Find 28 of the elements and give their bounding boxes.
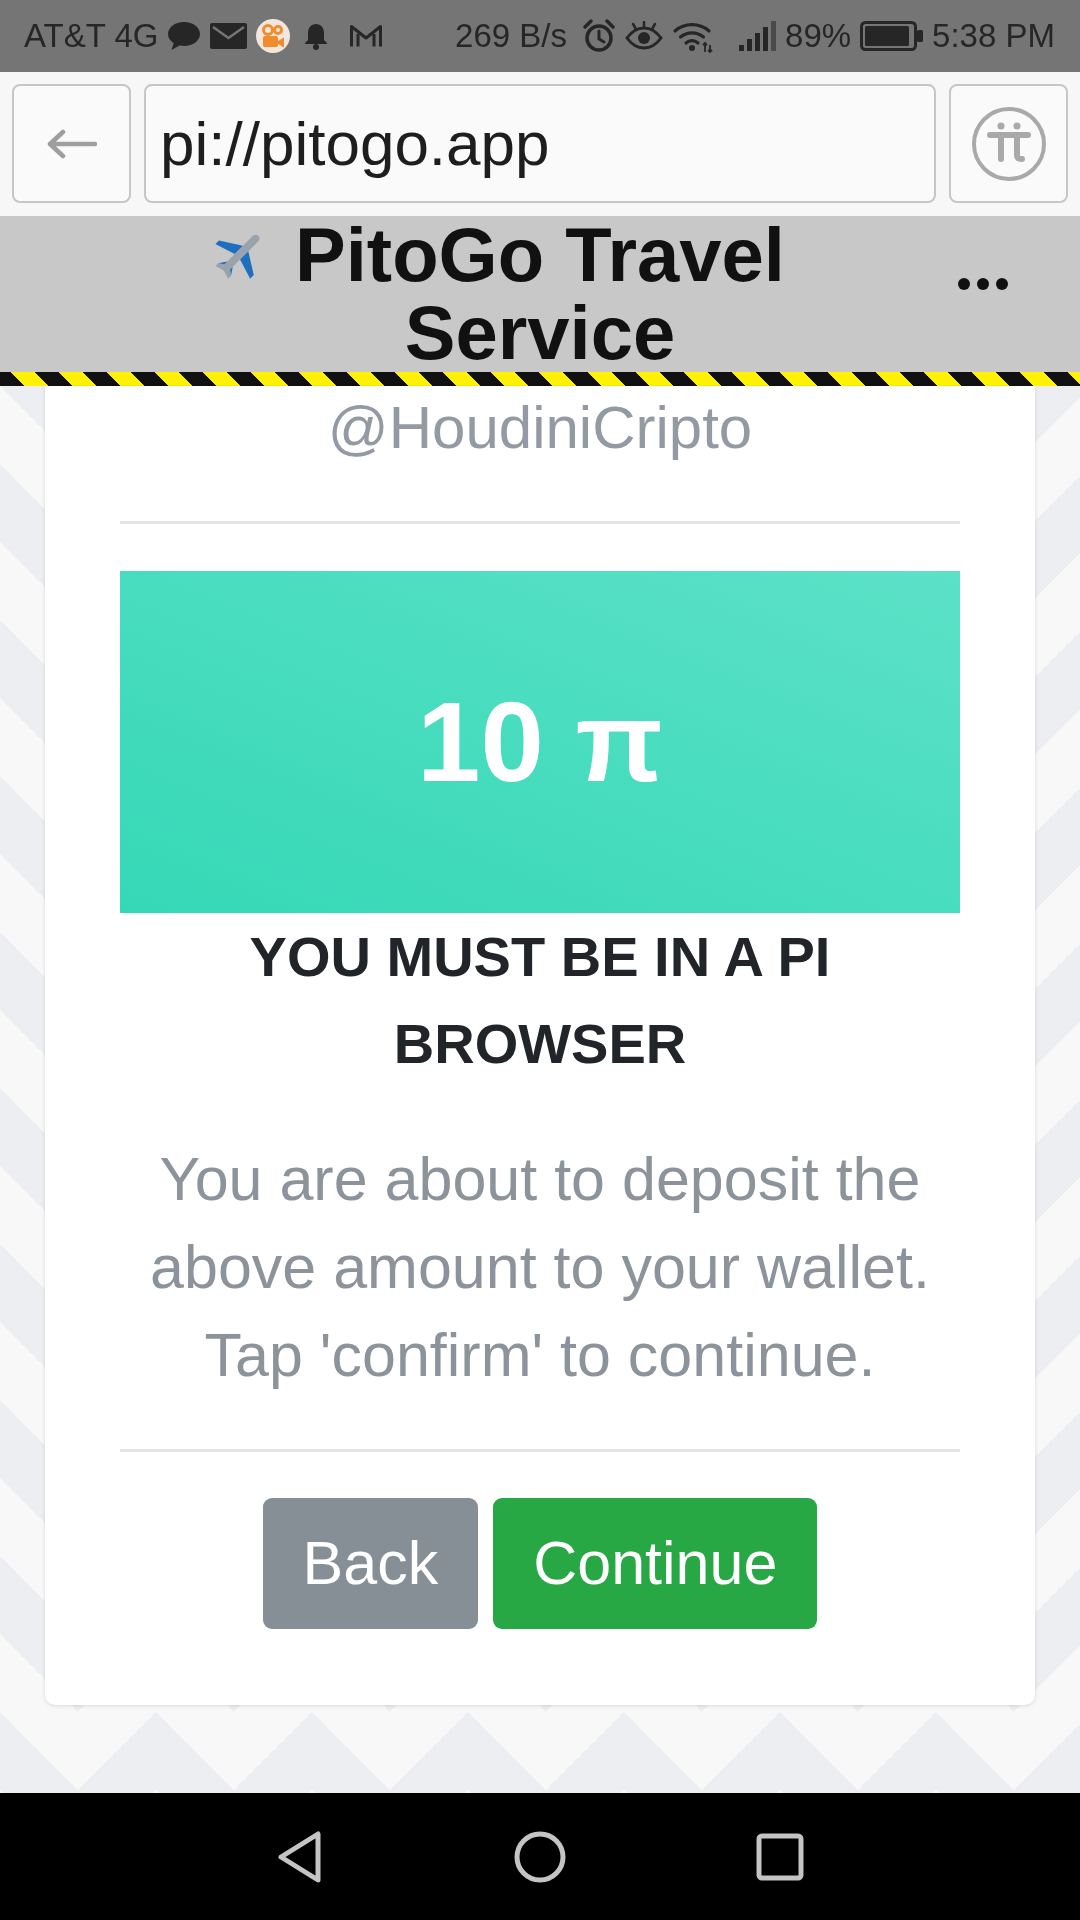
url-field[interactable]: pi://pitogo.app [144,84,936,203]
m-logo-icon [349,24,384,48]
username: @HoudiniCripto [327,393,753,463]
battery-percent: 89% [785,16,852,56]
continue-button[interactable]: Continue [493,1498,818,1629]
signal-icon [739,21,777,51]
recent-apps-icon[interactable] [756,1832,804,1881]
carrier-label: AT&T 4G [24,16,159,56]
battery-icon [860,21,924,51]
warning-heading: YOU MUST BE IN A PI BROWSER [248,924,832,1077]
home-icon[interactable] [514,1830,566,1883]
arrow-left-icon [46,128,97,159]
mail-icon [210,23,248,49]
back-button[interactable] [12,84,131,203]
more-icon[interactable] [958,278,1008,290]
video-camera-icon [256,19,291,53]
alarm-clock-icon [582,19,617,53]
header-title: PitoGo Travel Service [294,216,786,372]
amount-value: 10 π [417,677,663,807]
bell-icon [304,22,329,50]
chat-bubble-icon [167,21,202,51]
network-speed: 269 B/s [455,16,568,56]
pi-logo-icon [970,105,1047,182]
eye-icon [625,21,664,51]
deposit-message: You are about to deposit the above amount to your wallet. Tap 'confirm' to continue. [149,1144,931,1391]
clock-time: 5:38 PM [932,16,1055,56]
back-icon[interactable] [276,1829,324,1884]
back-button[interactable]: Back [262,1498,479,1629]
